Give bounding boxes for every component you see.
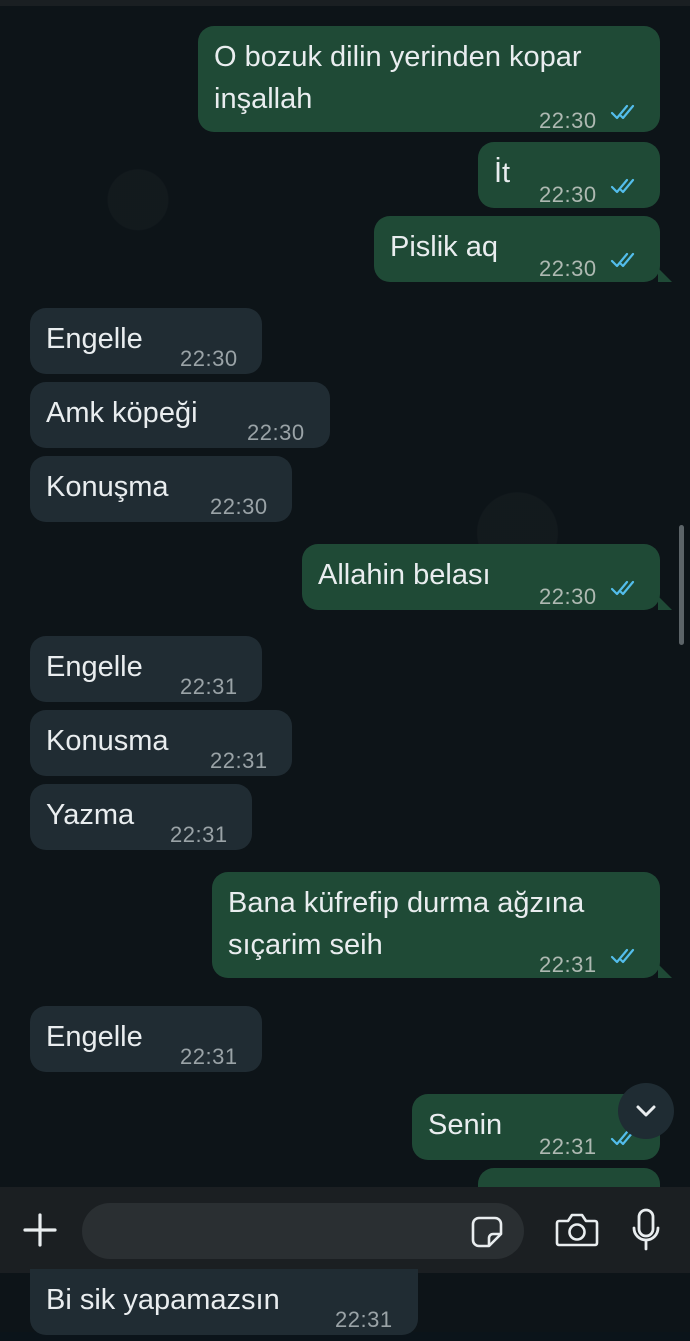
message-text: Pislik aq xyxy=(390,231,498,263)
message-bubble-incoming[interactable]: Engelle 22:31 xyxy=(30,636,262,702)
message-bubble-incoming[interactable]: Engelle 22:30 xyxy=(30,308,262,374)
bubble-tail xyxy=(658,596,672,610)
double-check-icon xyxy=(610,178,635,194)
message-time: 22:30 xyxy=(539,182,597,207)
message-time: 22:31 xyxy=(210,748,268,773)
message-time: 22:31 xyxy=(539,952,597,977)
sticker-icon xyxy=(471,1216,503,1248)
chevron-down-icon xyxy=(636,1105,656,1117)
double-check-icon xyxy=(610,104,635,120)
message-bubble-incoming[interactable]: Yazma 22:31 xyxy=(30,784,252,850)
message-text: O bozuk dilin yerinden kopar xyxy=(214,41,582,73)
message-bubble-outgoing[interactable]: İt 22:30 xyxy=(478,142,660,208)
bubble-tail xyxy=(658,268,672,282)
message-bubble-incoming[interactable]: Konuşma 22:30 xyxy=(30,456,292,522)
message-time: 22:31 xyxy=(170,822,228,847)
plus-icon xyxy=(23,1213,57,1247)
composer-bar xyxy=(0,1187,690,1273)
message-input[interactable] xyxy=(82,1203,524,1259)
attach-button[interactable] xyxy=(20,1208,60,1252)
voice-button[interactable] xyxy=(626,1205,666,1255)
message-time: 22:30 xyxy=(539,584,597,609)
message-text: Bana küfrefip durma ağzına xyxy=(228,887,585,919)
camera-button[interactable] xyxy=(552,1207,602,1253)
message-time: 22:31 xyxy=(180,674,238,699)
message-bubble-outgoing[interactable]: Bana küfrefip durma ağzına sıçarim seih … xyxy=(212,872,660,978)
double-check-icon xyxy=(610,252,635,268)
message-time: 22:30 xyxy=(210,494,268,519)
bubble-tail xyxy=(658,964,672,978)
message-time: 22:30 xyxy=(539,256,597,281)
message-row: Bi sik yapamazsın 22:31 xyxy=(0,1269,690,1335)
message-time: 22:31 xyxy=(335,1307,393,1332)
status-strip xyxy=(0,0,690,6)
message-time: 22:30 xyxy=(247,420,305,445)
double-check-icon xyxy=(610,948,635,964)
message-time: 22:31 xyxy=(539,1134,597,1159)
message-bubble-incoming[interactable]: Engelle 22:31 xyxy=(30,1006,262,1072)
message-time: 22:30 xyxy=(180,346,238,371)
message-bubble-incoming[interactable]: Konusma 22:31 xyxy=(30,710,292,776)
message-bubble-outgoing[interactable]: O bozuk dilin yerinden kopar inşallah 22… xyxy=(198,26,660,133)
message-bubble-outgoing[interactable]: Pislik aq 22:30 xyxy=(374,216,660,282)
sticker-button[interactable] xyxy=(468,1213,506,1251)
message-bubble-incoming[interactable]: Amk köpeği 22:30 xyxy=(30,382,330,448)
double-check-icon xyxy=(610,580,635,596)
camera-icon xyxy=(555,1213,599,1247)
message-bubble-incoming[interactable]: Bi sik yapamazsın 22:31 xyxy=(30,1269,418,1335)
chat-background: O bozuk dilin yerinden kopar inşallah 22… xyxy=(0,0,690,1335)
microphone-icon xyxy=(632,1208,660,1251)
scrollbar[interactable] xyxy=(679,525,684,645)
message-time: 22:30 xyxy=(539,108,597,133)
scroll-to-bottom-button[interactable] xyxy=(618,1083,674,1139)
message-time: 22:31 xyxy=(180,1044,238,1069)
message-bubble-outgoing[interactable]: Allahin belası 22:30 xyxy=(302,544,660,610)
